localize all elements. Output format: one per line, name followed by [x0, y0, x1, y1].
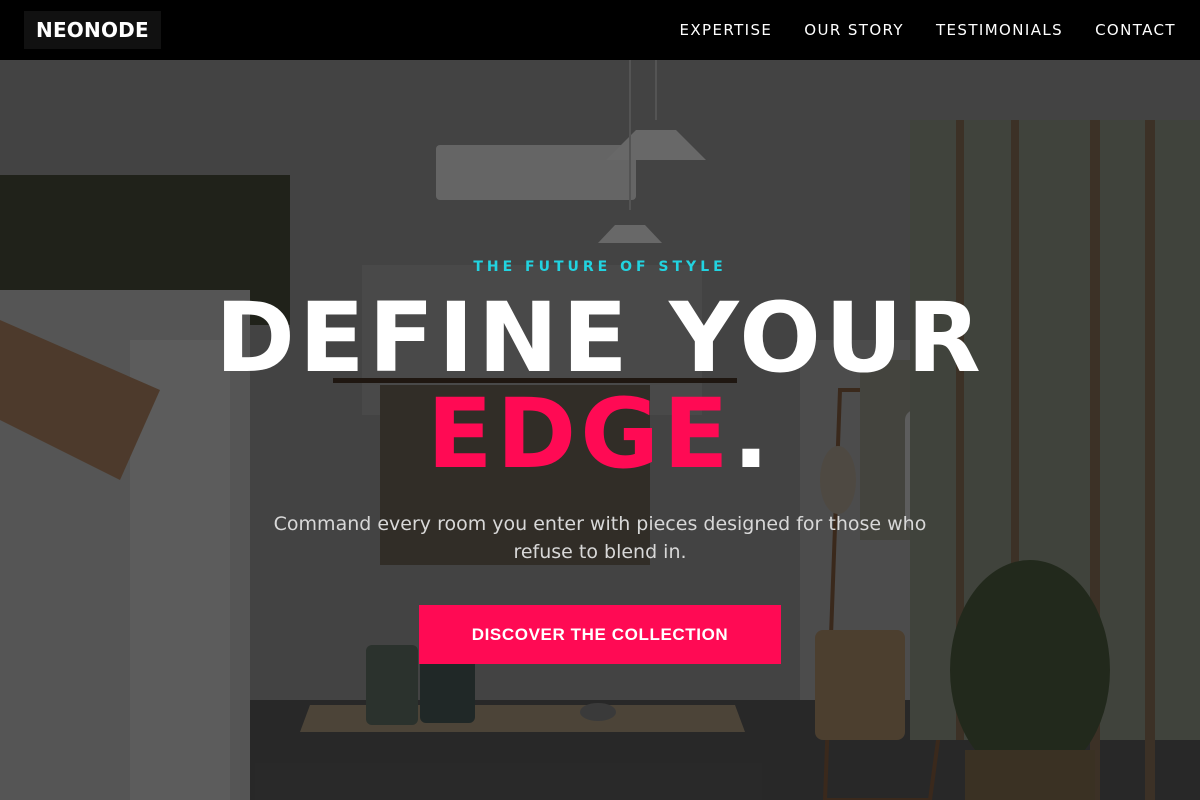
main-menu: EXPERTISE OUR STORY TESTIMONIALS CONTACT — [679, 21, 1176, 39]
nav-link-testimonials[interactable]: TESTIMONIALS — [936, 21, 1063, 39]
headline-line-2: EDGE. — [0, 386, 1200, 482]
brand-logo[interactable]: NEONODE — [24, 11, 161, 49]
nav-link-our-story[interactable]: OUR STORY — [804, 21, 904, 39]
discover-collection-button[interactable]: DISCOVER THE COLLECTION — [419, 605, 781, 664]
nav-link-expertise[interactable]: EXPERTISE — [679, 21, 772, 39]
top-nav: NEONODE EXPERTISE OUR STORY TESTIMONIALS… — [0, 0, 1200, 60]
hero-content: THE FUTURE OF STYLE DEFINE YOUR EDGE. Co… — [0, 60, 1200, 800]
headline-period: . — [732, 378, 774, 490]
hero-eyebrow: THE FUTURE OF STYLE — [473, 259, 727, 275]
hero-subtitle: Command every room you enter with pieces… — [273, 513, 927, 563]
headline-accent-word: EDGE — [426, 378, 733, 490]
hero-section: THE FUTURE OF STYLE DEFINE YOUR EDGE. Co… — [0, 60, 1200, 800]
nav-link-contact[interactable]: CONTACT — [1095, 21, 1176, 39]
hero-headline: DEFINE YOUR EDGE. — [0, 290, 1200, 482]
